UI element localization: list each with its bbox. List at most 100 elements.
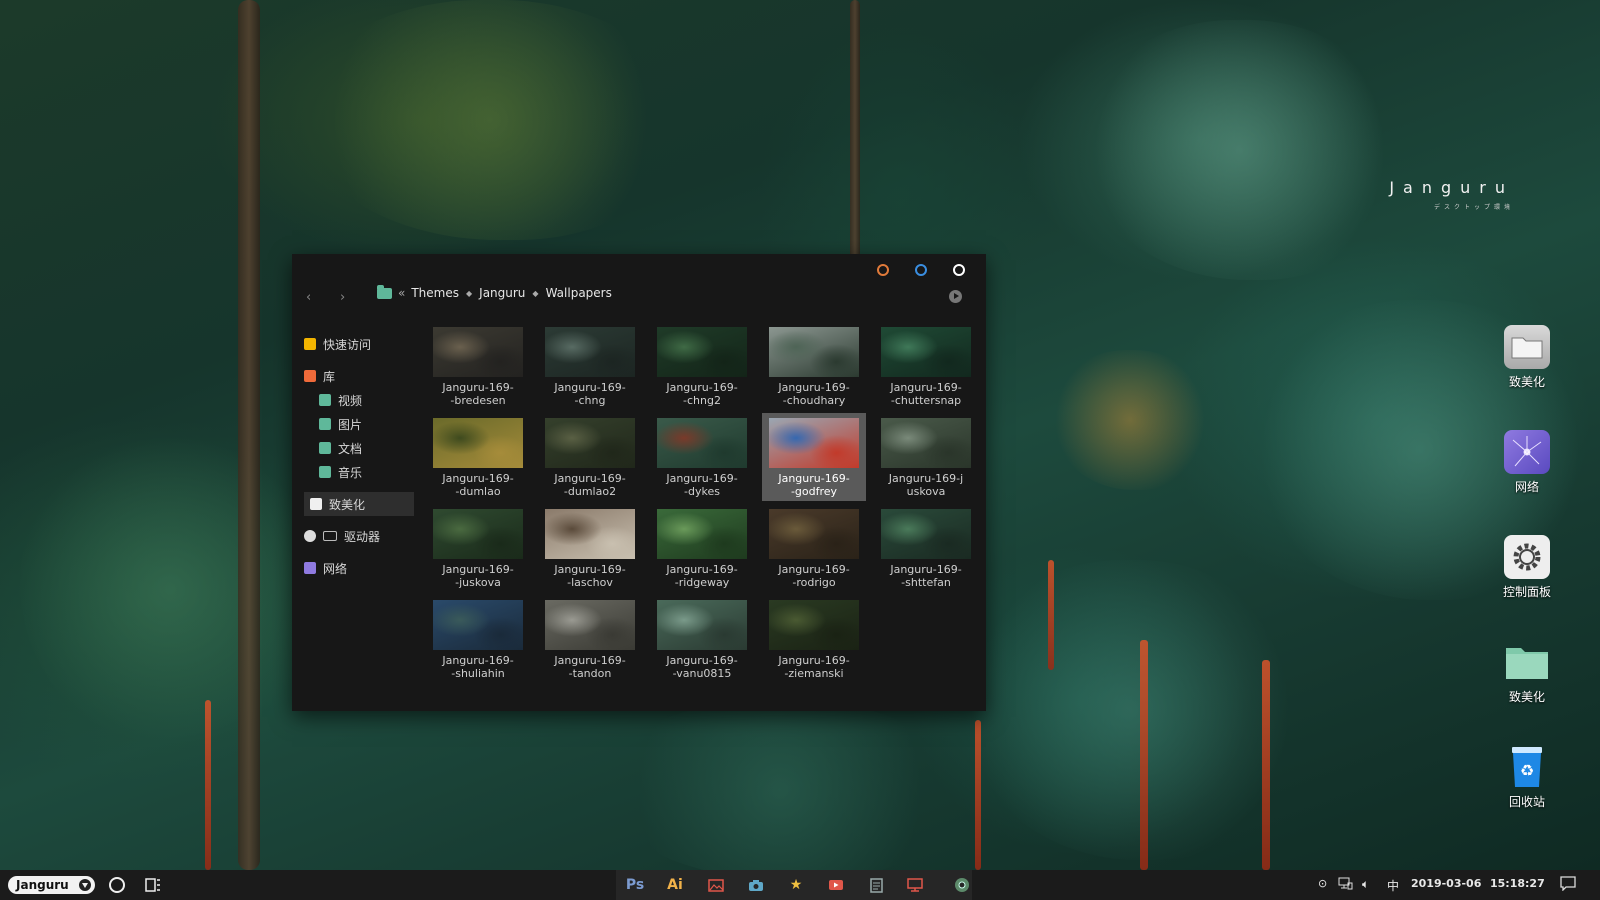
file-item[interactable]: Janguru-169- -vanu0815	[650, 595, 754, 683]
ime-indicator[interactable]: 中	[1387, 877, 1399, 894]
recycle-bin-icon: ♻	[1504, 745, 1550, 789]
photoshop-app-icon[interactable]: Ps	[624, 876, 646, 894]
file-name: Janguru-169- -shttefan	[874, 563, 978, 589]
sidebar-item-label: 快速访问	[323, 337, 372, 352]
file-name-line: Janguru-169-	[554, 381, 626, 394]
file-item[interactable]: Janguru-169- -ziemanski	[762, 595, 866, 683]
file-item[interactable]: Janguru-169- -juskova	[426, 504, 530, 592]
forward-arrow-icon[interactable]: ›	[340, 290, 345, 305]
file-item[interactable]: Janguru-169- -choudhary	[762, 322, 866, 410]
task-view-icon[interactable]	[144, 876, 162, 894]
tray-time[interactable]: 15:18:27	[1490, 877, 1545, 890]
sidebar-item-label: 网络	[323, 561, 348, 576]
go-button[interactable]	[949, 290, 962, 303]
gear-icon	[1504, 535, 1550, 579]
file-name: Janguru-169- -rodrigo	[762, 563, 866, 589]
camera-icon[interactable]	[746, 876, 766, 894]
file-name: Janguru-169-j uskova	[874, 472, 978, 498]
minimize-button[interactable]	[877, 264, 889, 276]
file-name-line: Janguru-169-	[442, 472, 514, 485]
video-player-icon[interactable]	[826, 876, 846, 894]
file-item[interactable]: Janguru-169-j uskova	[874, 413, 978, 501]
file-name-line: Janguru-169-	[666, 381, 738, 394]
sidebar-item-music[interactable]: 音乐	[304, 460, 414, 484]
file-item[interactable]: Janguru-169- -dumlao	[426, 413, 530, 501]
desktop-icon-network[interactable]: 网络	[1502, 430, 1552, 495]
file-item[interactable]: Janguru-169- -chng	[538, 322, 642, 410]
maximize-button[interactable]	[915, 264, 927, 276]
file-item[interactable]: Janguru-169- -chuttersnap	[874, 322, 978, 410]
lightning-icon	[304, 338, 316, 350]
file-item[interactable]: Janguru-169- -chng2	[650, 322, 754, 410]
desktop-icon-control-panel[interactable]: 控制面板	[1502, 535, 1552, 600]
location-icon[interactable]: ⊙	[1318, 877, 1327, 890]
sidebar-item-label: 文档	[338, 441, 363, 456]
desktop-icon-recycle-bin[interactable]: ♻ 回收站	[1502, 745, 1552, 810]
file-name: Janguru-169- -chng	[538, 381, 642, 407]
breadcrumb-item-janguru[interactable]: Janguru	[479, 286, 525, 300]
wallpaper-dry-frond	[1050, 350, 1210, 490]
desktop-icon-beautify[interactable]: 致美化	[1502, 325, 1552, 390]
file-item[interactable]: Janguru-169- -rodrigo	[762, 504, 866, 592]
breadcrumb-separator: ◆	[466, 288, 473, 298]
file-name-line: -juskova	[455, 576, 501, 589]
volume-icon[interactable]: 🔈︎	[1362, 877, 1369, 892]
desktop-icon-beautify-2[interactable]: 致美化	[1502, 640, 1552, 705]
monitor-icon[interactable]	[904, 876, 926, 894]
desktop-icon-label: 致美化	[1508, 375, 1545, 389]
sidebar-item-drives[interactable]: 驱动器	[304, 524, 414, 548]
sidebar-item-videos[interactable]: 视频	[304, 388, 414, 412]
file-name: Janguru-169- -dykes	[650, 472, 754, 498]
file-name-line: Janguru-169-	[778, 381, 850, 394]
folder-green-icon	[1504, 640, 1550, 684]
chrome-icon[interactable]	[952, 876, 972, 894]
sidebar-item-documents[interactable]: 文档	[304, 436, 414, 460]
file-name-line: -dumlao	[455, 485, 501, 498]
tray-date[interactable]: 2019-03-06	[1411, 877, 1481, 890]
start-button[interactable]: Janguru	[8, 876, 95, 894]
file-item[interactable]: Janguru-169- -bredesen	[426, 322, 530, 410]
sidebar-item-beautify[interactable]: 致美化	[304, 492, 414, 516]
file-name: Janguru-169- -chuttersnap	[874, 381, 978, 407]
file-item[interactable]: Janguru-169- -ridgeway	[650, 504, 754, 592]
breadcrumb-item-themes[interactable]: Themes	[411, 286, 459, 300]
star-icon[interactable]: ★	[786, 876, 806, 894]
notification-icon[interactable]	[1560, 876, 1576, 894]
notepad-icon[interactable]	[866, 876, 886, 894]
breadcrumb-item-wallpapers[interactable]: Wallpapers	[546, 286, 612, 300]
file-name-line: Janguru-169-	[778, 654, 850, 667]
file-thumbnail	[881, 418, 971, 468]
file-thumbnail	[881, 509, 971, 559]
back-arrow-icon[interactable]: ‹	[306, 290, 311, 305]
sidebar-item-pictures[interactable]: 图片	[304, 412, 414, 436]
file-item[interactable]: Janguru-169- -laschov	[538, 504, 642, 592]
file-name-line: -tandon	[568, 667, 612, 680]
image-viewer-icon[interactable]	[706, 876, 726, 894]
file-item[interactable]: Janguru-169- -dumlao2	[538, 413, 642, 501]
file-thumbnail	[657, 600, 747, 650]
file-item[interactable]: Janguru-169- -shuliahin	[426, 595, 530, 683]
illustrator-app-icon[interactable]: Ai	[664, 876, 686, 894]
file-thumbnail	[545, 418, 635, 468]
start-label: Janguru	[16, 878, 69, 892]
file-name: Janguru-169- -dumlao	[426, 472, 530, 498]
sidebar-item-network[interactable]: 网络	[304, 556, 414, 580]
file-item[interactable]: Janguru-169- -tandon	[538, 595, 642, 683]
search-circle-icon[interactable]	[108, 876, 126, 894]
sidebar-item-label: 音乐	[338, 465, 363, 480]
file-name-line: -godfrey	[790, 485, 838, 498]
sidebar: 快速访问 库 视频 图片 文档 音乐 致美化 驱动器 网络	[304, 332, 414, 580]
desktop-icon-label: 致美化	[1508, 690, 1545, 704]
file-item[interactable]: Janguru-169- -dykes	[650, 413, 754, 501]
breadcrumb-root-marker[interactable]: «	[398, 286, 405, 300]
file-thumbnail	[657, 509, 747, 559]
close-button[interactable]	[953, 264, 965, 276]
folder-white-icon	[1504, 325, 1550, 369]
file-item[interactable]: Janguru-169- -godfrey	[762, 413, 866, 501]
folder-icon	[377, 284, 392, 299]
sidebar-item-library[interactable]: 库	[304, 364, 414, 388]
sidebar-item-quick-access[interactable]: 快速访问	[304, 332, 414, 356]
network-tray-icon[interactable]	[1338, 877, 1353, 893]
file-item[interactable]: Janguru-169- -shttefan	[874, 504, 978, 592]
file-name: Janguru-169- -dumlao2	[538, 472, 642, 498]
